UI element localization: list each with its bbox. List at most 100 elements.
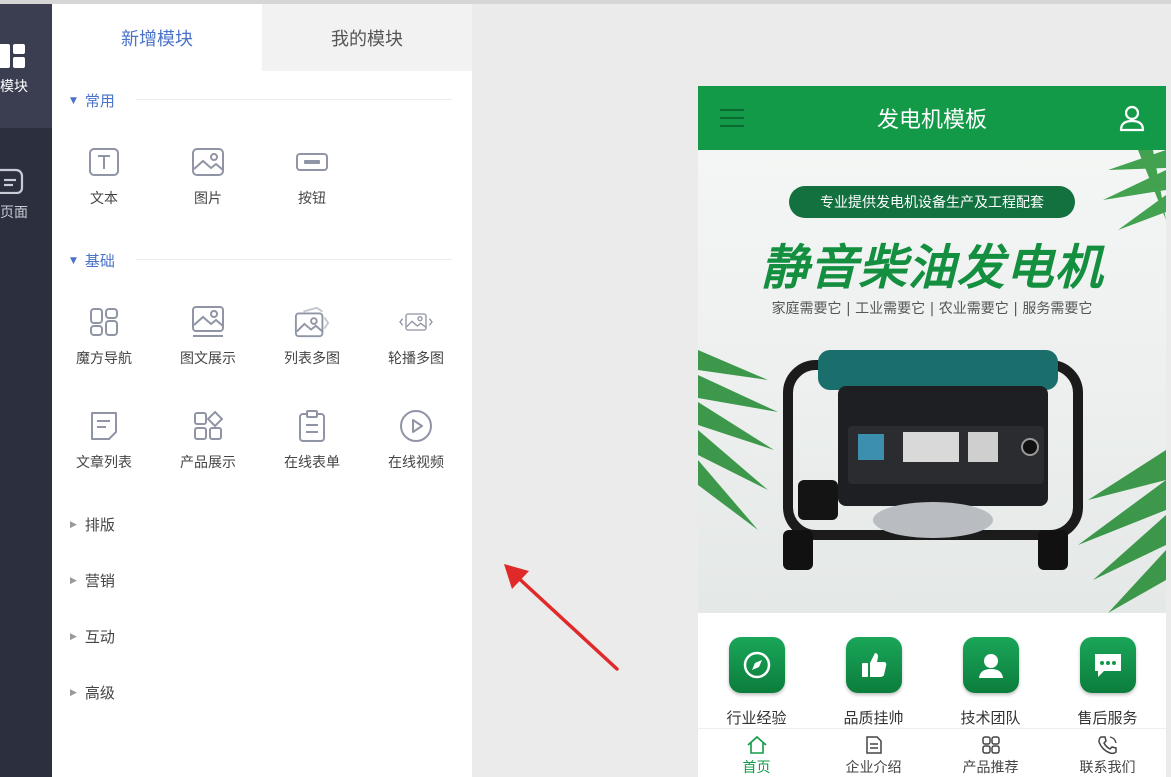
carousel-icon <box>398 304 434 340</box>
module-cube-nav[interactable]: 魔方导航 <box>52 304 156 368</box>
rail-item-modules[interactable]: 模块 <box>0 4 52 128</box>
banner-headline: 静音柴油发电机 <box>760 240 1104 296</box>
module-label: 在线视频 <box>388 455 444 471</box>
rail-item-label: 模块 <box>0 79 28 95</box>
page-icon <box>0 166 30 194</box>
form-icon <box>294 408 330 444</box>
section-title: 营销 <box>84 572 115 590</box>
module-label: 在线表单 <box>284 455 340 471</box>
caret-right-icon: ▶ <box>70 519 77 530</box>
feature-label: 技术团队 <box>960 709 1021 727</box>
module-form[interactable]: 在线表单 <box>260 408 364 472</box>
feature-item[interactable]: 技术团队 <box>932 637 1049 728</box>
module-video[interactable]: 在线视频 <box>364 408 468 472</box>
tabbar-label: 产品推荐 <box>962 760 1019 776</box>
module-label: 文章列表 <box>76 455 132 471</box>
feature-item[interactable]: 行业经验 <box>698 637 815 728</box>
rail-item-pages[interactable]: 页面 <box>0 166 52 236</box>
caret-right-icon: ▶ <box>70 575 77 586</box>
section-title: 互动 <box>84 628 115 646</box>
banner-pill: 专业提供发电机设备生产及工程配套 <box>789 186 1075 218</box>
button-icon <box>294 144 330 180</box>
tabbar-label: 联系我们 <box>1079 760 1136 776</box>
grid-icon <box>981 736 1000 754</box>
tabbar-contact[interactable]: 联系我们 <box>1049 735 1166 777</box>
article-list-icon <box>86 408 122 444</box>
hero-banner[interactable]: 专业提供发电机设备生产及工程配套 静音柴油发电机 家庭需要它 | 工业需要它 |… <box>698 150 1166 613</box>
multi-image-list-icon <box>294 304 330 340</box>
annotation-arrow <box>495 555 625 679</box>
section-title: 常用 <box>84 92 115 110</box>
module-carousel[interactable]: 轮播多图 <box>364 304 468 368</box>
banner-illustration <box>698 150 1166 613</box>
text-icon <box>86 144 122 180</box>
module-text[interactable]: 文本 <box>52 144 156 208</box>
divider <box>136 99 452 100</box>
module-label: 产品展示 <box>180 455 236 471</box>
document-icon <box>865 736 882 754</box>
phone-preview: 发电机模板 专业提供发电机设备生产及工程配套 静音柴油发电机 家庭需要它 | 工… <box>698 86 1166 777</box>
module-button[interactable]: 按钮 <box>260 144 364 208</box>
caret-down-icon: ▼ <box>70 95 77 106</box>
panel-tabs: 新增模块 我的模块 <box>52 4 472 71</box>
thumbs-up-icon <box>845 637 902 693</box>
phone-icon <box>1097 736 1117 755</box>
module-label: 列表多图 <box>284 351 340 367</box>
feature-label: 品质挂帅 <box>843 709 904 727</box>
section-interaction-header[interactable]: ▶ 互动 <box>70 626 115 647</box>
person-icon <box>962 637 1019 693</box>
caret-right-icon: ▶ <box>70 687 77 698</box>
module-product[interactable]: 产品展示 <box>156 408 260 472</box>
module-image-text[interactable]: 图文展示 <box>156 304 260 368</box>
feature-label: 售后服务 <box>1077 709 1138 727</box>
rail-item-label: 页面 <box>0 205 28 221</box>
feature-label: 行业经验 <box>726 709 787 727</box>
section-advanced-header[interactable]: ▶ 高级 <box>70 682 115 703</box>
section-title: 基础 <box>84 252 115 270</box>
phone-title: 发电机模板 <box>876 108 987 133</box>
feature-item[interactable]: 售后服务 <box>1049 637 1166 728</box>
module-panel: 新增模块 我的模块 ▼ 常用 文本 图片 按钮 ▼ 基础 魔方导航 图文展示 列… <box>52 4 472 777</box>
image-icon <box>190 144 226 180</box>
module-label: 魔方导航 <box>76 351 132 367</box>
chat-icon <box>1079 637 1136 693</box>
tab-new-modules[interactable]: 新增模块 <box>52 4 262 71</box>
menu-icon[interactable] <box>720 108 744 132</box>
video-icon <box>398 408 434 444</box>
banner-subtitle: 家庭需要它 | 工业需要它 | 农业需要它 | 服务需要它 <box>771 301 1093 317</box>
product-icon <box>190 408 226 444</box>
tabbar-label: 企业介绍 <box>845 760 902 776</box>
home-icon <box>746 735 767 754</box>
module-label: 图文展示 <box>180 351 236 367</box>
section-marketing-header[interactable]: ▶ 营销 <box>70 570 115 591</box>
section-basic-header[interactable]: ▼ 基础 <box>70 250 115 271</box>
module-grid-icon <box>0 40 30 68</box>
module-multi-image-list[interactable]: 列表多图 <box>260 304 364 368</box>
tabbar-label: 首页 <box>742 760 771 776</box>
section-layout-header[interactable]: ▶ 排版 <box>70 514 115 535</box>
module-article-list[interactable]: 文章列表 <box>52 408 156 472</box>
section-common-header[interactable]: ▼ 常用 <box>70 90 115 111</box>
feature-row: 行业经验 品质挂帅 技术团队 售后服务 <box>698 613 1166 728</box>
tabbar-products[interactable]: 产品推荐 <box>932 735 1049 777</box>
user-icon[interactable] <box>1118 104 1146 136</box>
section-title: 排版 <box>84 516 115 534</box>
feature-item[interactable]: 品质挂帅 <box>815 637 932 728</box>
tabbar-home[interactable]: 首页 <box>698 735 815 777</box>
module-label: 图片 <box>194 191 222 207</box>
cube-nav-icon <box>86 304 122 340</box>
left-rail: 模块 页面 <box>0 4 52 777</box>
tab-my-modules[interactable]: 我的模块 <box>262 4 472 71</box>
module-label: 文本 <box>90 191 118 207</box>
divider <box>136 259 452 260</box>
section-title: 高级 <box>84 684 115 702</box>
module-image[interactable]: 图片 <box>156 144 260 208</box>
tabbar-company[interactable]: 企业介绍 <box>815 735 932 777</box>
caret-right-icon: ▶ <box>70 631 77 642</box>
phone-tabbar: 首页 企业介绍 产品推荐 联系我们 <box>698 728 1166 777</box>
module-label: 按钮 <box>298 191 326 207</box>
compass-icon <box>728 637 785 693</box>
module-label: 轮播多图 <box>388 351 444 367</box>
image-text-icon <box>190 304 226 340</box>
caret-down-icon: ▼ <box>70 255 77 266</box>
